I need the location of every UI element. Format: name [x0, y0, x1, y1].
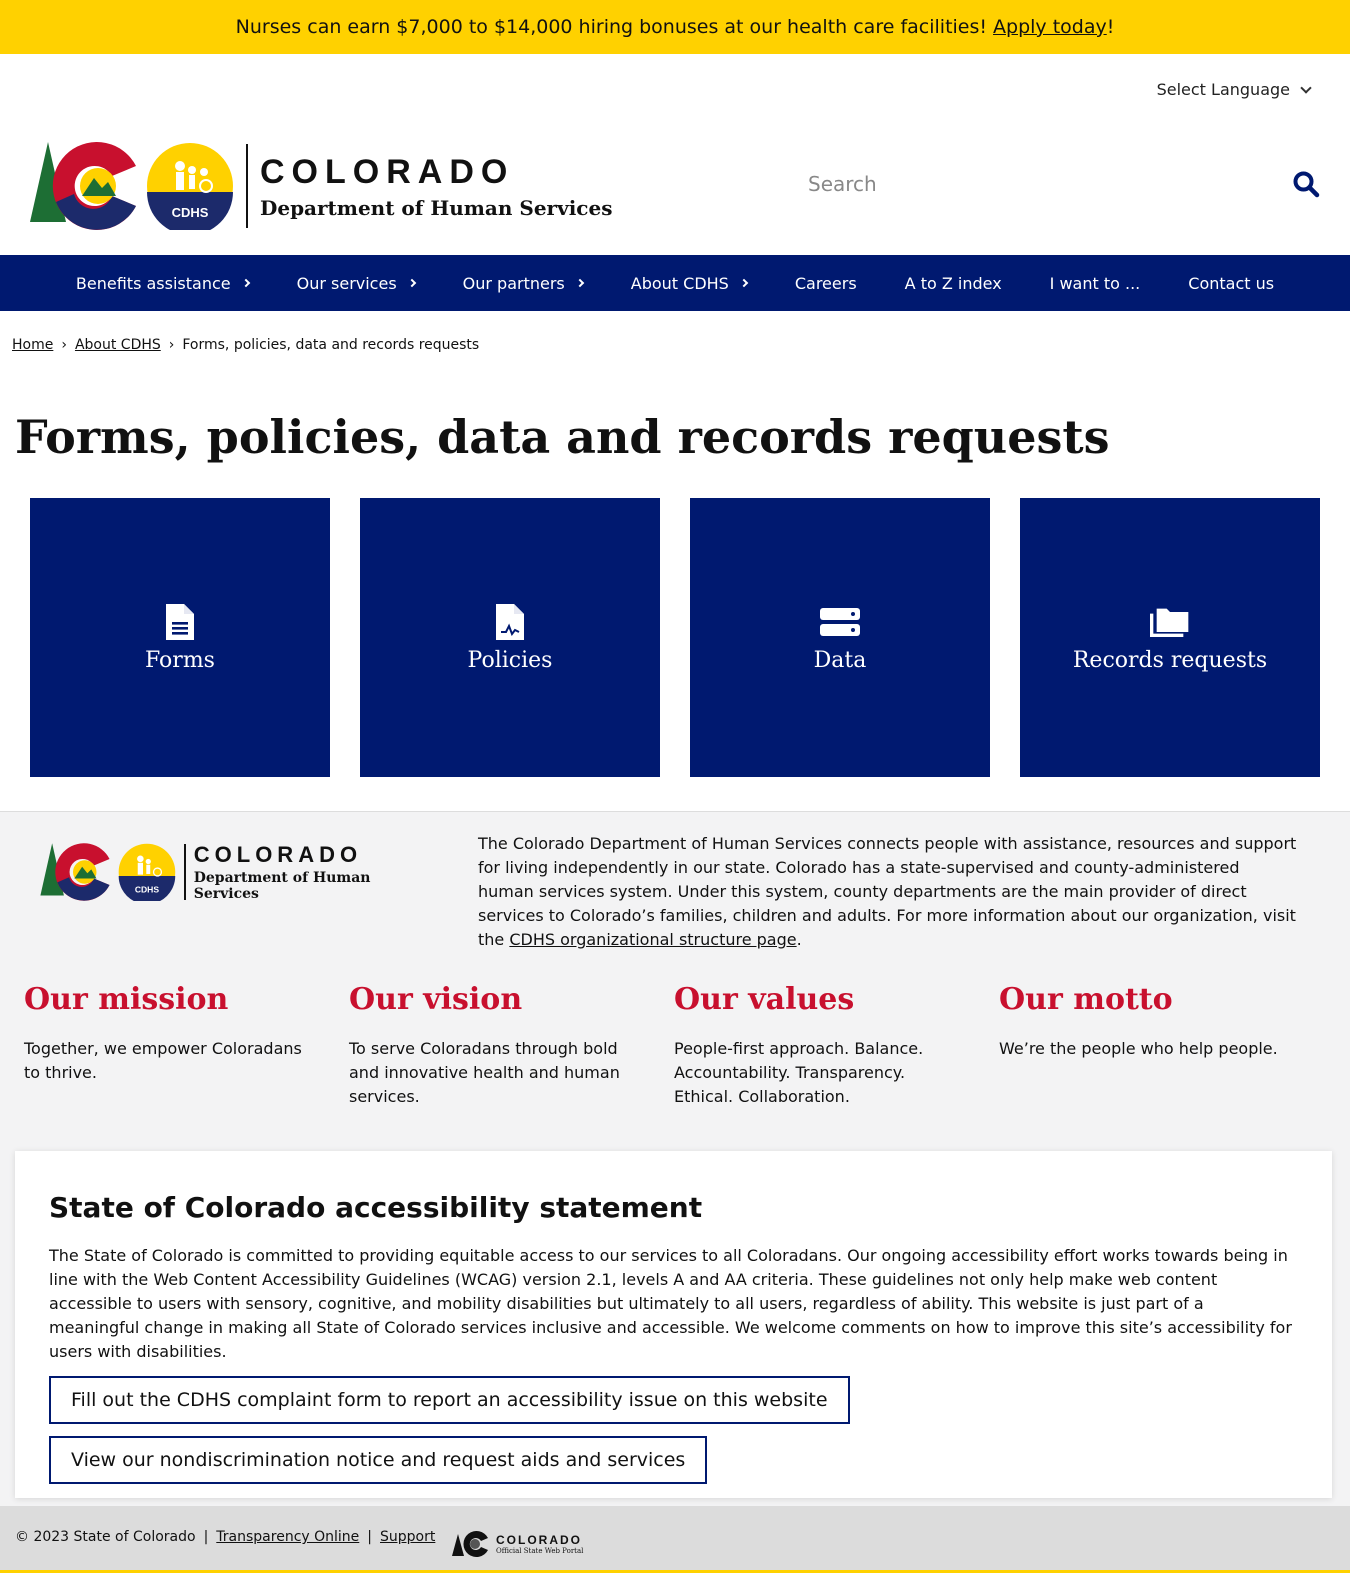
pillar-title: Our values [674, 982, 855, 1017]
footer-separator: | [367, 1529, 373, 1545]
folders-icon [1150, 608, 1189, 637]
file-lines-icon [166, 604, 194, 640]
tile-label: Records requests [1072, 648, 1268, 673]
footer-logo[interactable]: CDHS COLORADO Department of Human Servic… [40, 842, 440, 902]
pillar-text: Together, we empower Coloradans to thriv… [24, 1039, 302, 1082]
chevron-right-icon [739, 278, 749, 288]
language-select-label: Select Language [1156, 80, 1290, 99]
accessibility-statement: State of Colorado accessibility statemen… [15, 1151, 1332, 1498]
accessibility-body: The State of Colorado is committed to pr… [49, 1246, 1292, 1361]
search-icon[interactable] [1292, 170, 1320, 198]
nav-item-label: Contact us [1188, 273, 1275, 293]
cdhs-seal-icon: CDHS [118, 843, 176, 901]
tile-label: Forms [145, 648, 215, 673]
footer-separator: | [203, 1529, 209, 1545]
cdhs-seal-text: CDHS [135, 884, 160, 894]
nav-item-label: Our partners [462, 273, 565, 293]
nav-item-about-cdhs[interactable]: About CDHS [607, 274, 771, 293]
breadcrumb-current: Forms, policies, data and records reques… [182, 337, 480, 353]
transparency-online-link[interactable]: Transparency Online [216, 1529, 359, 1545]
alert-suffix: ! [1106, 16, 1115, 38]
breadcrumb-home-link[interactable]: Home [12, 337, 53, 353]
copyright-text: © 2023 State of Colorado [15, 1529, 196, 1545]
nav-item-our-partners[interactable]: Our partners [439, 274, 607, 293]
portal-subtitle: Official State Web Portal [496, 1547, 584, 1555]
logo-department-name: Department of Human Services [260, 195, 613, 220]
tile-policies[interactable]: Policies [360, 498, 660, 777]
resource-tiles: Forms Policies Data Records requests [30, 498, 1320, 777]
alert-banner: Nurses can earn $7,000 to $14,000 hiring… [0, 0, 1350, 54]
logo-state-name: COLORADO [260, 152, 515, 191]
nav-item-label: A to Z index [904, 273, 1002, 293]
pillar-text: People-first approach. Balance. Accounta… [674, 1039, 924, 1106]
pillar-mission: Our mission Together, we empower Colorad… [24, 982, 349, 1109]
nav-item-contact-us[interactable]: Contact us [1164, 274, 1298, 293]
support-link[interactable]: Support [380, 1529, 435, 1545]
nav-item-careers[interactable]: Careers [771, 274, 881, 293]
apply-today-link[interactable]: Apply today [993, 16, 1107, 38]
logo-divider [183, 844, 186, 900]
page-title: Forms, policies, data and records reques… [15, 410, 1110, 464]
breadcrumb-separator: › [61, 337, 67, 353]
nav-item-label: About CDHS [630, 273, 729, 293]
nondiscrimination-notice-button[interactable]: View our nondiscrimination notice and re… [49, 1436, 708, 1484]
pillar-text: We’re the people who help people. [999, 1039, 1278, 1058]
chevron-right-icon [407, 278, 416, 288]
pillars: Our mission Together, we empower Colorad… [24, 982, 1324, 1109]
colorado-c-logo-icon [30, 142, 136, 230]
complaint-form-button[interactable]: Fill out the CDHS complaint form to repo… [49, 1376, 850, 1424]
tile-label: Policies [467, 648, 553, 673]
about-blurb-end: . [796, 930, 802, 949]
pillar-title: Our mission [24, 982, 229, 1017]
pillar-title: Our vision [349, 982, 523, 1017]
breadcrumb-about-link[interactable]: About CDHS [75, 337, 161, 353]
colorado-c-logo-icon [40, 843, 110, 901]
language-select[interactable]: Select Language [1156, 80, 1312, 99]
state-portal-logo[interactable]: COLORADO Official State Web Portal [452, 1530, 583, 1558]
nav-item-a-to-z-index[interactable]: A to Z index [881, 274, 1026, 293]
org-structure-link[interactable]: CDHS organizational structure page [509, 930, 796, 949]
server-icon [820, 608, 860, 636]
file-signature-icon [496, 604, 524, 640]
site-search [808, 160, 1320, 208]
tile-forms[interactable]: Forms [30, 498, 330, 777]
breadcrumb: Home › About CDHS › Forms, policies, dat… [12, 337, 479, 353]
pillar-text: To serve Coloradans through bold and inn… [349, 1039, 620, 1106]
nav-item-label: I want to ... [1049, 273, 1141, 293]
logo-department-name: Department of Human Services [193, 870, 371, 902]
pillar-title: Our motto [999, 982, 1173, 1017]
colorado-portal-icon [452, 1531, 488, 1557]
logo-divider [246, 144, 248, 228]
cdhs-seal-text: CDHS [172, 205, 209, 220]
breadcrumb-separator: › [168, 337, 175, 353]
nav-item-label: Our services [296, 273, 397, 293]
tile-label: Data [813, 648, 867, 673]
about-blurb: The Colorado Department of Human Service… [478, 832, 1298, 952]
site-footer: © 2023 State of Colorado | Transparency … [0, 1506, 1350, 1573]
main-navigation: Benefits assistance Our services Our par… [0, 255, 1350, 311]
tile-data[interactable]: Data [690, 498, 990, 777]
tile-records-requests[interactable]: Records requests [1020, 498, 1320, 777]
chevron-right-icon [575, 278, 585, 288]
site-logo[interactable]: CDHS COLORADO Department of Human Servic… [30, 140, 620, 232]
pillar-motto: Our motto We’re the people who help peop… [999, 982, 1324, 1109]
search-input[interactable] [808, 172, 1268, 196]
portal-name: COLORADO [496, 1533, 582, 1547]
nav-item-label: Benefits assistance [75, 273, 231, 293]
nav-item-label: Careers [794, 273, 857, 293]
cdhs-seal-icon: CDHS [147, 143, 233, 230]
nav-item-benefits-assistance[interactable]: Benefits assistance [52, 274, 273, 293]
pillar-vision: Our vision To serve Coloradans through b… [349, 982, 674, 1109]
chevron-down-icon [1300, 81, 1312, 94]
alert-text: Nurses can earn $7,000 to $14,000 hiring… [235, 16, 988, 38]
chevron-right-icon [241, 278, 250, 288]
nav-item-i-want-to[interactable]: I want to ... [1026, 274, 1165, 293]
logo-state-name: COLORADO [193, 842, 363, 867]
accessibility-title: State of Colorado accessibility statemen… [49, 1191, 703, 1224]
pillar-values: Our values People-first approach. Balanc… [674, 982, 999, 1109]
nav-item-our-services[interactable]: Our services [273, 274, 439, 293]
